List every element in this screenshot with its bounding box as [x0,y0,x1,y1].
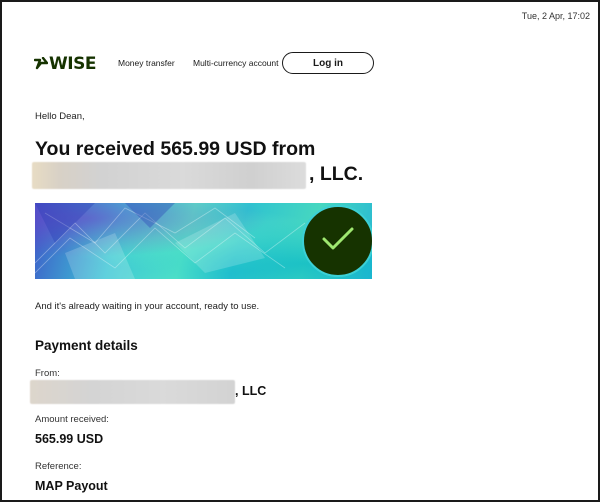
reference-value: MAP Payout [35,479,108,493]
nav-multi-currency-account[interactable]: Multi-currency account [193,58,279,68]
logo-wordmark: WISE [49,54,96,74]
nav-money-transfer[interactable]: Money transfer [118,58,175,68]
redacted-sender-name [30,380,235,404]
waiting-message: And it's already waiting in your account… [35,301,260,312]
success-banner [35,203,372,279]
login-button[interactable]: Log in [282,52,374,74]
amount-value: 565.99 USD [35,432,104,446]
amount-label: Amount received: [35,414,109,425]
from-suffix: , LLC [235,384,267,398]
checkmark-icon [321,226,355,257]
headline-line1: You received 565.99 USD from [35,138,316,160]
email-window: Tue, 2 Apr, 17:02 WISE Money transfer Mu… [0,0,600,502]
redacted-sender-name [32,162,306,189]
wise-flag-icon [34,57,48,71]
email-header: WISE Money transfer Multi-currency accou… [34,52,374,74]
reference-label: Reference: [35,461,82,472]
greeting-text: Hello Dean, [35,111,85,122]
wise-logo[interactable]: WISE [34,54,96,74]
from-label: From: [35,368,60,379]
email-timestamp: Tue, 2 Apr, 17:02 [521,11,590,21]
check-circle [302,205,372,277]
headline-suffix: , LLC. [309,163,364,185]
payment-details-heading: Payment details [35,338,138,353]
